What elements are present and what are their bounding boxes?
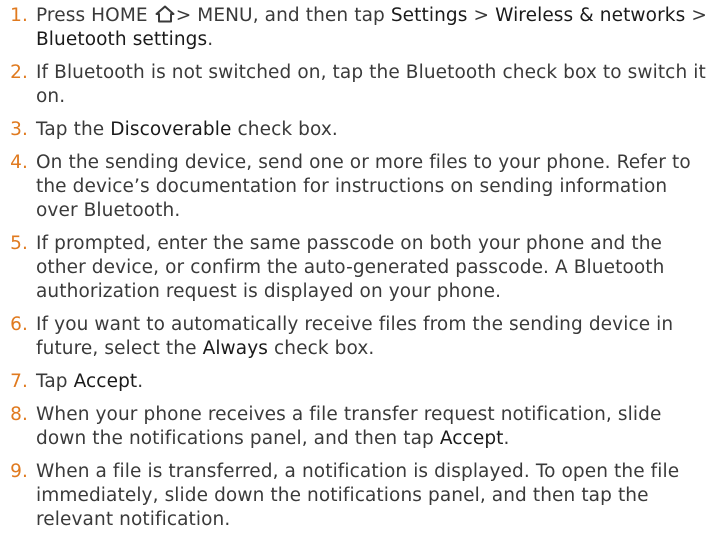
step-4: 4. On the sending device, send one or mo… <box>0 151 720 223</box>
step-3: 3. Tap the Discoverable check box. <box>0 118 720 142</box>
step-text: If Bluetooth is not switched on, tap the… <box>36 62 706 107</box>
menu-path-settings: Settings <box>390 5 468 26</box>
step-number: 6. <box>10 314 28 335</box>
step-9: 9. When a file is transferred, a notific… <box>0 460 720 532</box>
step-number: 1. <box>10 5 28 26</box>
step-text: > MENU, and then tap <box>175 5 391 26</box>
step-text: Tap the <box>36 119 111 140</box>
step-text: When your phone receives a file transfer… <box>36 404 662 449</box>
menu-path-bluetooth-settings: Bluetooth settings <box>36 29 208 50</box>
step-text: check box. <box>231 119 338 140</box>
menu-path-wireless: Wireless & networks <box>495 5 686 26</box>
action-accept: Accept <box>439 428 504 449</box>
step-2: 2. If Bluetooth is not switched on, tap … <box>0 61 720 109</box>
action-accept: Accept <box>73 371 138 392</box>
home-icon <box>155 5 175 23</box>
instruction-steps: 1. Press HOME > MENU, and then tap Setti… <box>0 0 720 532</box>
step-text: When a file is transferred, a notificati… <box>36 461 680 530</box>
step-8: 8. When your phone receives a file trans… <box>0 403 720 451</box>
step-6: 6. If you want to automatically receive … <box>0 313 720 361</box>
option-discoverable: Discoverable <box>110 119 232 140</box>
step-text: > <box>467 5 496 26</box>
step-1: 1. Press HOME > MENU, and then tap Setti… <box>0 4 720 52</box>
step-number: 9. <box>10 461 28 482</box>
step-text: If prompted, enter the same passcode on … <box>36 233 665 302</box>
step-5: 5. If prompted, enter the same passcode … <box>0 232 720 304</box>
step-number: 5. <box>10 233 28 254</box>
step-number: 8. <box>10 404 28 425</box>
step-7: 7. Tap Accept. <box>0 370 720 394</box>
step-number: 2. <box>10 62 28 83</box>
step-text: . <box>207 29 214 50</box>
step-text: On the sending device, send one or more … <box>36 152 691 221</box>
step-number: 3. <box>10 119 28 140</box>
step-text: Press HOME <box>36 5 154 26</box>
step-number: 4. <box>10 152 28 173</box>
step-text: check box. <box>268 338 375 359</box>
option-always: Always <box>202 338 269 359</box>
step-text: > <box>685 5 707 26</box>
step-text: Tap <box>36 371 74 392</box>
step-text: . <box>503 428 510 449</box>
step-number: 7. <box>10 371 28 392</box>
step-text: . <box>137 371 144 392</box>
